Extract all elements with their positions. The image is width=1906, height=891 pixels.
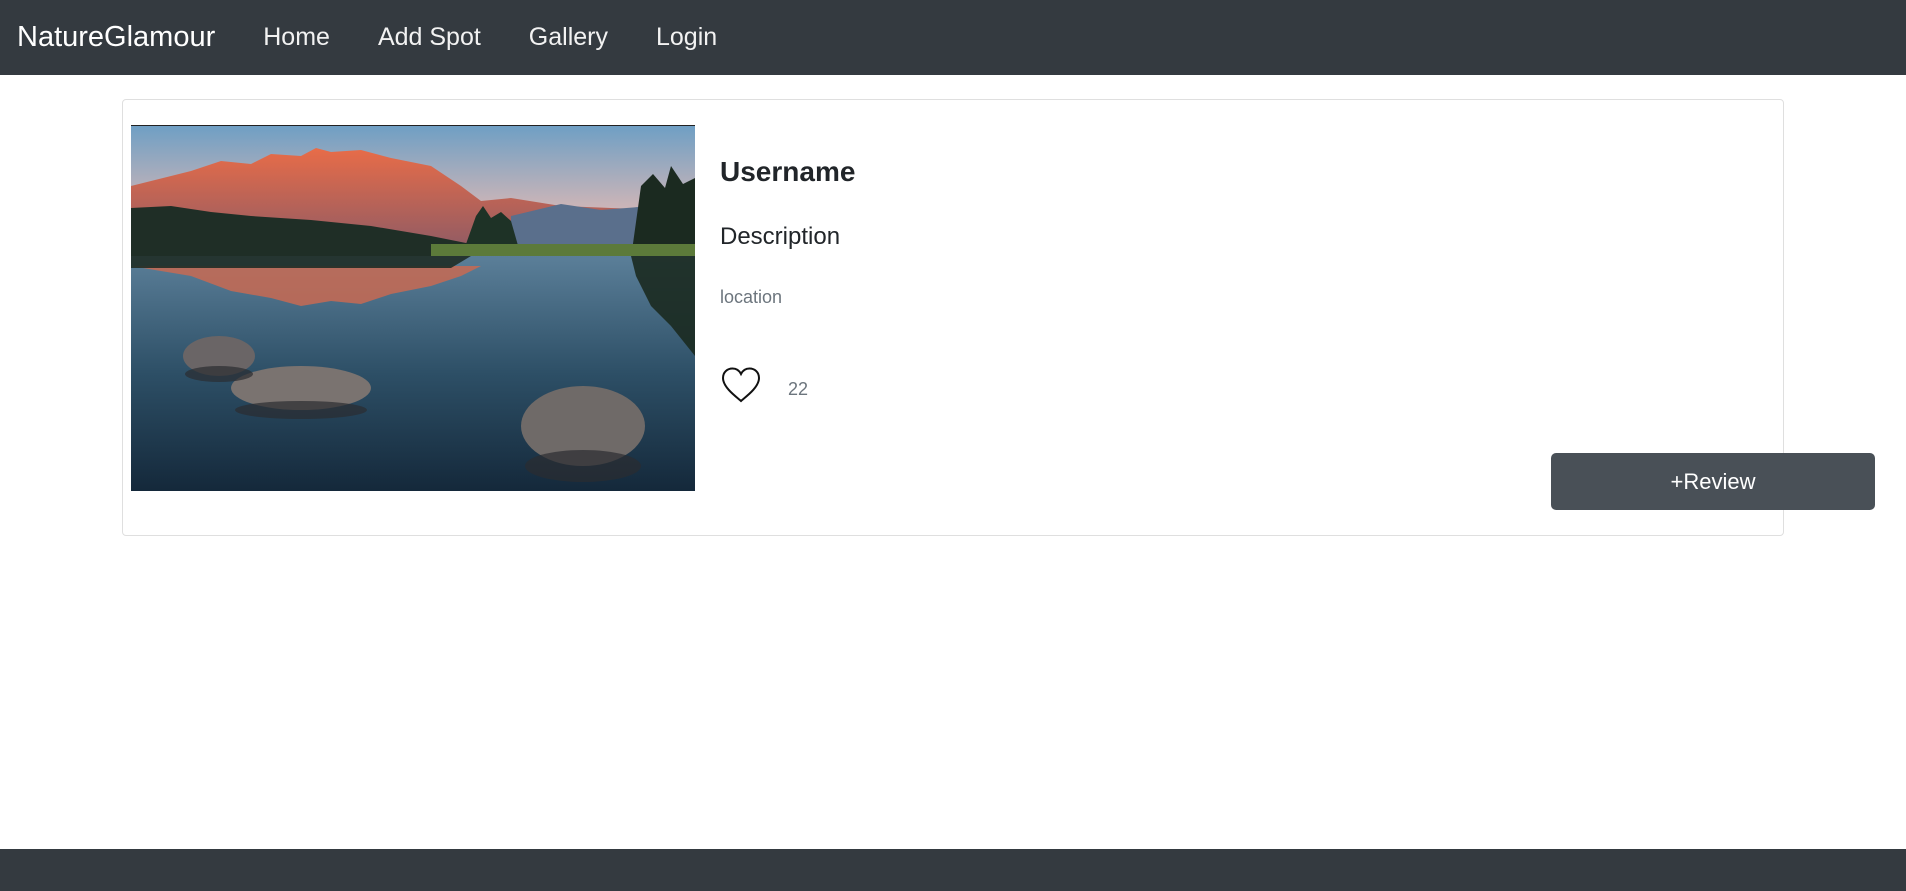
brand-link[interactable]: NatureGlamour bbox=[17, 21, 215, 54]
nav-link-add-spot[interactable]: Add Spot bbox=[354, 23, 505, 52]
add-review-button[interactable]: +Review bbox=[1551, 453, 1875, 510]
heart-icon[interactable] bbox=[720, 366, 762, 404]
likes-row: 22 bbox=[720, 366, 808, 404]
like-count: 22 bbox=[788, 378, 809, 399]
footer bbox=[0, 849, 1906, 891]
spot-location: location bbox=[720, 287, 783, 307]
nav-link-login[interactable]: Login bbox=[632, 23, 741, 52]
spot-description: Description bbox=[720, 223, 841, 250]
nav-links: Home Add Spot Gallery Login bbox=[239, 23, 741, 52]
nav-link-home[interactable]: Home bbox=[239, 23, 354, 52]
spot-username: Username bbox=[720, 156, 856, 187]
navbar: NatureGlamour Home Add Spot Gallery Logi… bbox=[0, 0, 1906, 75]
nav-link-gallery[interactable]: Gallery bbox=[505, 23, 632, 52]
spot-photo bbox=[131, 125, 695, 491]
spot-card: Username Description location 22 +Review bbox=[122, 99, 1875, 536]
